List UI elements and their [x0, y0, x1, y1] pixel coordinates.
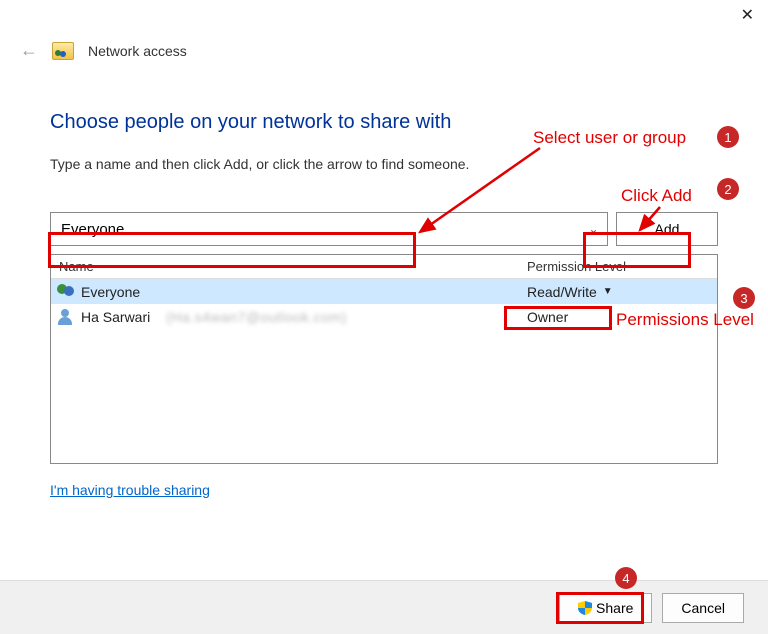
- back-arrow-icon[interactable]: ←: [20, 40, 38, 61]
- group-icon: [57, 284, 75, 300]
- titlebar: ✕: [0, 0, 768, 32]
- row-email-blurred: (Ha.s4wan7@outlook.com): [166, 309, 347, 325]
- list-row-everyone[interactable]: Everyone Read/Write ▼: [51, 279, 717, 304]
- row-name: Everyone: [51, 284, 527, 300]
- page-heading: Choose people on your network to share w…: [50, 111, 718, 134]
- row-permission[interactable]: Read/Write ▼: [527, 284, 717, 300]
- permission-value: Read/Write: [527, 284, 597, 300]
- footer: Share Cancel: [0, 580, 768, 634]
- share-list: Name Permission Level Everyone Read/Writ…: [50, 254, 718, 464]
- close-icon[interactable]: ✕: [741, 8, 754, 24]
- chevron-down-icon[interactable]: ⌄: [579, 222, 607, 236]
- user-input[interactable]: [51, 213, 579, 245]
- shield-icon: [578, 601, 592, 615]
- row-permission: Owner: [527, 309, 717, 325]
- column-permission[interactable]: Permission Level: [527, 259, 717, 274]
- column-name[interactable]: Name: [51, 259, 527, 274]
- window-title: Network access: [88, 43, 187, 59]
- person-icon: [57, 309, 75, 325]
- header-row: ← Network access: [0, 32, 768, 61]
- instruction-text: Type a name and then click Add, or click…: [50, 156, 718, 172]
- permission-dropdown[interactable]: Read/Write ▼: [527, 284, 613, 300]
- content: Choose people on your network to share w…: [0, 61, 768, 508]
- trouble-sharing-link[interactable]: I'm having trouble sharing: [50, 482, 210, 498]
- share-button-label: Share: [596, 600, 633, 616]
- caret-down-icon: ▼: [603, 286, 613, 297]
- share-button[interactable]: Share: [559, 593, 652, 623]
- list-row-user[interactable]: Ha Sarwari (Ha.s4wan7@outlook.com) Owner: [51, 304, 717, 329]
- user-combobox[interactable]: ⌄: [50, 212, 608, 246]
- row-name: Ha Sarwari (Ha.s4wan7@outlook.com): [51, 309, 527, 325]
- permission-value: Owner: [527, 309, 568, 325]
- add-button[interactable]: Add: [616, 212, 718, 246]
- folder-share-icon: [52, 42, 74, 60]
- cancel-button[interactable]: Cancel: [662, 593, 744, 623]
- row-name-text: Everyone: [81, 284, 140, 300]
- list-header: Name Permission Level: [51, 255, 717, 279]
- row-name-text: Ha Sarwari: [81, 309, 150, 325]
- user-input-row: ⌄ Add: [50, 212, 718, 246]
